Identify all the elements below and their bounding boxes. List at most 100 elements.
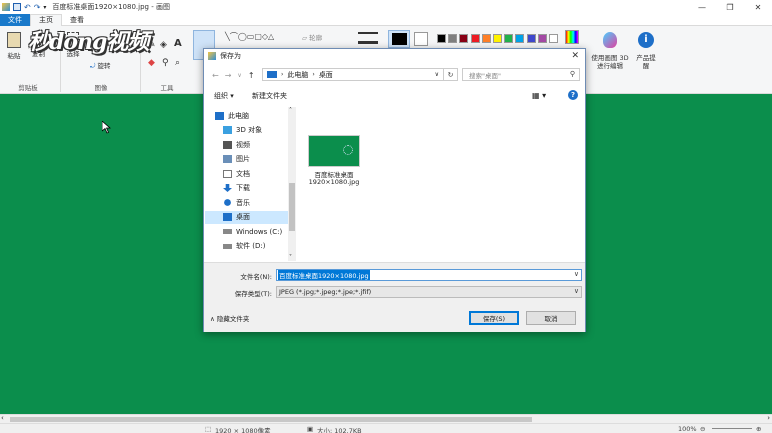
edit-colors-button[interactable]: [565, 30, 579, 44]
nav-item-label: 音乐: [236, 198, 250, 207]
palette-color-swatch[interactable]: [470, 34, 480, 43]
back-arrow-icon[interactable]: ←: [212, 71, 219, 80]
nav-item[interactable]: 此电脑: [205, 109, 289, 122]
shapes-gallery-icon[interactable]: ╲⌒◯▭▢◇△: [225, 31, 274, 42]
group-tools-label: 工具: [160, 84, 174, 92]
nav-item[interactable]: Windows (C:): [205, 225, 289, 238]
recent-dropdown-icon[interactable]: ∨: [237, 72, 241, 79]
mouse-cursor-icon: [101, 120, 112, 136]
palette-color-swatch[interactable]: [493, 34, 502, 43]
up-arrow-icon[interactable]: ↑: [248, 71, 255, 80]
palette-color-swatch[interactable]: [537, 34, 547, 43]
nav-item[interactable]: 音乐: [205, 196, 289, 209]
nav-item[interactable]: 3D 对象: [205, 124, 289, 137]
forward-arrow-icon[interactable]: →: [225, 71, 232, 80]
palette-color-swatch[interactable]: [526, 34, 536, 43]
organize-button[interactable]: 组织 ▾: [214, 91, 234, 101]
tab-file[interactable]: 文件: [0, 13, 30, 26]
nav-item[interactable]: 图片: [205, 153, 289, 166]
minimize-button[interactable]: —: [688, 0, 716, 14]
navigation-pane: 此电脑 3D 对象视频图片 文档下载音乐桌面 Windows (C:) 软件 (D:): [205, 107, 297, 261]
scroll-right-icon[interactable]: ›: [767, 414, 770, 422]
zoom-slider[interactable]: [712, 428, 752, 429]
scroll-left-icon[interactable]: ‹: [1, 414, 4, 422]
palette-color-swatch[interactable]: [549, 34, 558, 43]
palette-color-swatch[interactable]: [459, 34, 469, 43]
color2-button[interactable]: [414, 32, 428, 46]
dialog-bottom-area: 文件名(N): 百度标准桌面1920×1080.jpg ∨ 保存类型(T): J…: [204, 262, 585, 332]
download-icon: [223, 184, 232, 192]
filename-dropdown-icon[interactable]: ∨: [574, 270, 579, 278]
fill-icon[interactable]: ◈: [160, 40, 167, 50]
nav-item[interactable]: 软件 (D:): [205, 240, 289, 253]
file-item[interactable]: 百度标准桌面 1920×1080.jpg: [298, 107, 378, 207]
pencil-icon[interactable]: ✎: [148, 40, 156, 50]
paint3d-label: 使用画图 3D 进行编辑: [591, 54, 629, 70]
filename-field[interactable]: 百度标准桌面1920×1080.jpg ∨: [276, 269, 582, 281]
dialog-title: 保存为: [220, 52, 241, 60]
nav-item[interactable]: 文档: [205, 167, 289, 180]
filetype-value: JPEG (*.jpg;*.jpeg;*.jpe;*.jfif): [279, 288, 372, 296]
paint3d-button[interactable]: 使用画图 3D 进行编辑: [590, 32, 630, 70]
maximize-button[interactable]: ❐: [716, 0, 744, 14]
status-dimensions: 1920 × 1080像素: [215, 427, 271, 433]
file-thumbnail: [308, 135, 360, 167]
save-as-dialog: 保存为 ✕ ← → ∨ ↑ › 此电脑 › 桌面 ∨ ↻ 搜索"桌面" ⚲ 组织…: [203, 48, 586, 332]
address-bar[interactable]: › 此电脑 › 桌面 ∨: [262, 68, 444, 81]
palette-color-swatch[interactable]: [448, 34, 458, 43]
search-icon[interactable]: ⚲: [570, 70, 575, 78]
nav-scrollbar[interactable]: ˄ ˅: [288, 107, 296, 261]
breadcrumb-this-pc[interactable]: 此电脑: [287, 70, 308, 80]
title-bar: ↶ ↷ ▾ 百度标准桌面1920×1080.jpg - 画图 — ❐ ✕: [0, 0, 772, 14]
size-button[interactable]: [358, 32, 378, 44]
eraser-icon[interactable]: ◆: [148, 58, 155, 68]
scroll-down-icon[interactable]: ˅: [289, 254, 292, 261]
dialog-close-button[interactable]: ✕: [571, 51, 579, 61]
color-picker-icon[interactable]: ⚲: [162, 58, 169, 68]
filetype-select[interactable]: JPEG (*.jpg;*.jpeg;*.jpe;*.jfif) ∨: [276, 286, 582, 298]
new-folder-button[interactable]: 新建文件夹: [252, 91, 287, 101]
save-button[interactable]: 保存(S): [469, 311, 519, 325]
nav-item[interactable]: 视频: [205, 138, 289, 151]
outline-button[interactable]: ▱ 轮廓: [302, 32, 322, 42]
search-input[interactable]: 搜索"桌面" ⚲: [462, 68, 580, 81]
save-icon[interactable]: [13, 3, 21, 11]
breadcrumb-desktop[interactable]: 桌面: [319, 70, 333, 80]
undo-icon[interactable]: ↶: [24, 3, 31, 12]
paste-button[interactable]: 粘贴: [4, 32, 24, 60]
rotate-button[interactable]: ⤾ 旋转: [90, 60, 111, 71]
nav-item[interactable]: 桌面: [205, 210, 289, 224]
address-dropdown-icon[interactable]: ∨: [435, 71, 439, 78]
nav-item[interactable]: 下载: [205, 182, 289, 195]
palette-color-swatch[interactable]: [481, 34, 491, 43]
customize-quick-access-icon[interactable]: ▾: [43, 4, 46, 11]
palette-color-swatch[interactable]: [437, 34, 446, 43]
close-window-button[interactable]: ✕: [744, 0, 772, 14]
file-size-icon: ▣: [307, 425, 314, 433]
breadcrumb-sep-icon: ›: [281, 71, 284, 78]
redo-icon[interactable]: ↷: [34, 3, 41, 12]
text-tool-icon[interactable]: A: [174, 38, 182, 49]
product-alert-button[interactable]: i 产品提醒: [636, 32, 656, 70]
zoom-in-icon[interactable]: ⊕: [756, 425, 761, 433]
refresh-icon[interactable]: ↻: [444, 68, 458, 81]
help-button[interactable]: ?: [568, 90, 578, 100]
magnifier-icon[interactable]: ⌕: [175, 58, 180, 68]
nav-item-label: 软件 (D:): [236, 242, 266, 250]
scroll-up-icon[interactable]: ˄: [289, 107, 292, 114]
color1-button[interactable]: [388, 30, 410, 48]
filetype-dropdown-icon[interactable]: ∨: [574, 287, 579, 295]
palette-color-swatch[interactable]: [504, 34, 514, 43]
view-options-icon[interactable]: ▦ ▾: [532, 91, 546, 100]
cancel-button[interactable]: 取消: [526, 311, 576, 325]
palette-color-swatch[interactable]: [515, 34, 525, 43]
nav-scrollbar-thumb[interactable]: [289, 183, 295, 231]
nav-item-label: 3D 对象: [236, 126, 263, 134]
horizontal-scrollbar[interactable]: ‹ ›: [0, 414, 772, 423]
hide-folders-button[interactable]: ∧ 隐藏文件夹: [210, 313, 249, 323]
zoom-out-icon[interactable]: ⊖: [700, 425, 705, 433]
status-size: 大小: 102.7KB: [317, 427, 362, 433]
scrollbar-thumb[interactable]: [10, 417, 532, 422]
filename-value: 百度标准桌面1920×1080.jpg: [278, 270, 370, 280]
drive-d-icon: [223, 243, 232, 249]
